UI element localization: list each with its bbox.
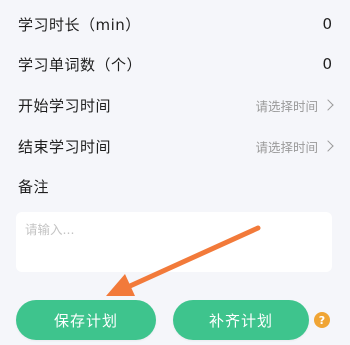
duration-row[interactable]: 学习时长（min） 0 <box>18 12 332 36</box>
start-time-placeholder: 请选择时间 <box>255 98 318 114</box>
duration-value[interactable]: 0 <box>322 15 332 33</box>
notes-label: 备注 <box>18 178 50 196</box>
duration-label: 学习时长（min） <box>18 15 141 34</box>
word-count-value[interactable]: 0 <box>322 55 332 73</box>
chevron-right-icon <box>322 99 334 111</box>
start-time-label: 开始学习时间 <box>18 96 112 115</box>
word-count-label: 学习单词数（个） <box>18 55 143 74</box>
start-time-row[interactable]: 开始学习时间 请选择时间 <box>18 93 334 117</box>
save-plan-label: 保存计划 <box>53 311 118 330</box>
end-time-picker[interactable]: 请选择时间 <box>255 137 334 156</box>
notes-input[interactable]: 请输入... <box>16 212 332 272</box>
save-plan-button[interactable]: 保存计划 <box>16 300 156 340</box>
supplement-plan-button[interactable]: 补齐计划 <box>173 300 309 340</box>
end-time-label: 结束学习时间 <box>18 137 112 156</box>
end-time-row[interactable]: 结束学习时间 请选择时间 <box>18 134 334 158</box>
help-icon[interactable]: ? <box>314 312 330 328</box>
arrow-head <box>106 274 135 296</box>
chevron-right-icon <box>322 140 334 152</box>
end-time-placeholder: 请选择时间 <box>255 139 318 155</box>
start-time-picker[interactable]: 请选择时间 <box>255 96 334 115</box>
supplement-plan-label: 补齐计划 <box>208 311 273 330</box>
notes-placeholder: 请输入... <box>25 222 75 237</box>
help-symbol: ? <box>318 313 326 327</box>
word-count-row[interactable]: 学习单词数（个） 0 <box>18 52 332 76</box>
